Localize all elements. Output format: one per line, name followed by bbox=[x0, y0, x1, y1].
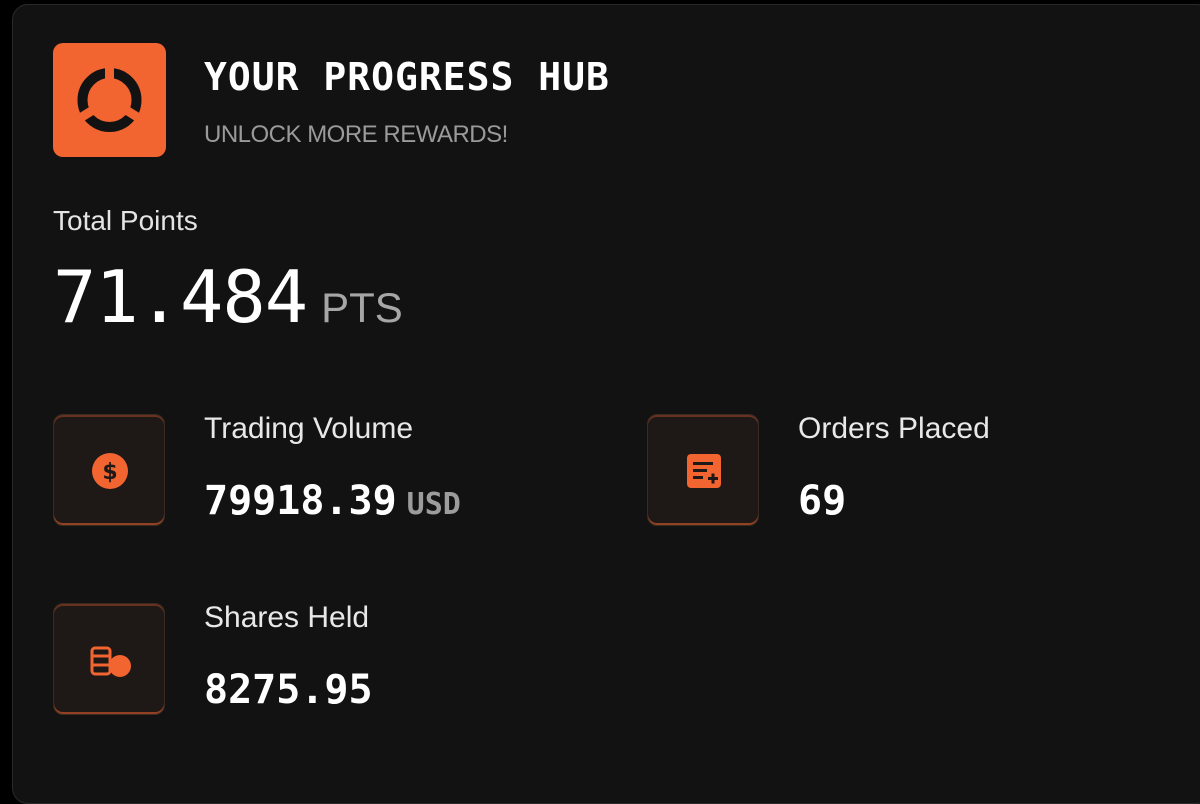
total-points-value: 71.484 bbox=[53, 255, 308, 339]
page-subtitle: UNLOCK MORE REWARDS! bbox=[204, 121, 508, 148]
orders-placed-label: Orders Placed bbox=[798, 412, 990, 445]
target-ring-icon bbox=[53, 43, 166, 157]
shares-held-value: 8275.95 bbox=[204, 667, 373, 713]
trading-volume-label: Trading Volume bbox=[204, 412, 414, 445]
shares-held: 8275.95 bbox=[204, 667, 373, 713]
coin-stack-icon bbox=[90, 646, 131, 677]
orders-placed: 69 bbox=[798, 478, 846, 524]
trading-volume: 79918.39 USD bbox=[204, 478, 461, 524]
page-title: YOUR PROGRESS HUB bbox=[204, 55, 610, 99]
dollar-coin-icon: $ bbox=[92, 453, 128, 489]
total-points-unit: PTS bbox=[321, 284, 403, 331]
trading-volume-unit: USD bbox=[406, 487, 461, 522]
trading-volume-value: 79918.39 bbox=[204, 478, 397, 524]
order-list-icon bbox=[687, 454, 721, 488]
total-points-label: Total Points bbox=[53, 205, 198, 236]
total-points: 71.484 PTS bbox=[53, 255, 403, 339]
orders-placed-value: 69 bbox=[798, 478, 847, 524]
svg-text:$: $ bbox=[102, 460, 117, 485]
shares-held-icon-box bbox=[53, 603, 165, 715]
shares-held-label: Shares Held bbox=[204, 601, 370, 634]
progress-hub-card: YOUR PROGRESS HUB UNLOCK MORE REWARDS! T… bbox=[12, 4, 1200, 804]
trading-volume-icon-box: $ bbox=[53, 414, 165, 526]
orders-placed-icon-box bbox=[647, 414, 759, 526]
